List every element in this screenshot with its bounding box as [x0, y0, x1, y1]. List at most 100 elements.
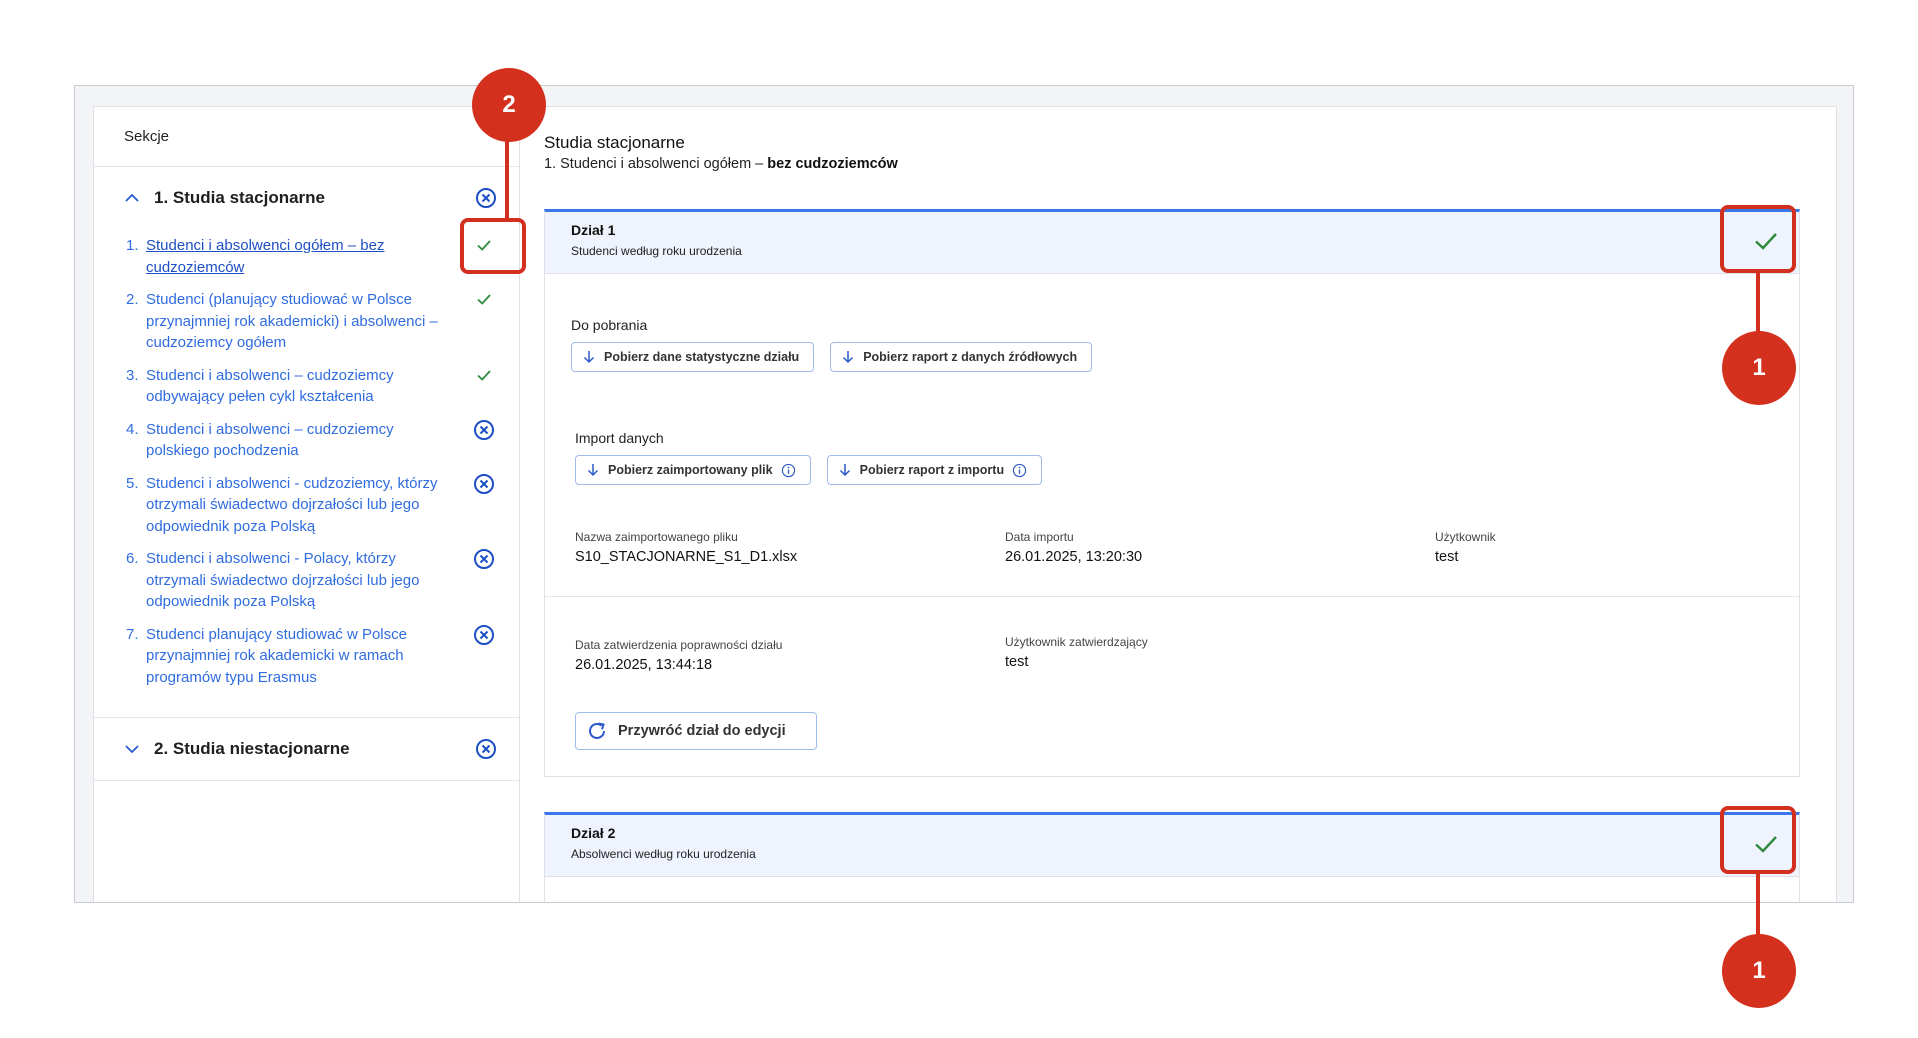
sidebar-section-stacjonarne: 1. Studia stacjonarne 1. Studenci i abso… [94, 167, 519, 718]
callout-line-2 [505, 138, 509, 220]
info-icon[interactable] [1012, 463, 1027, 478]
callout-box-2 [460, 218, 526, 274]
approver-value: test [1005, 654, 1029, 670]
downloads-buttons: Pobierz dane statystyczne działu Pobierz… [571, 342, 1093, 372]
sidebar-item-4[interactable]: 4. Studenci i absolwenci – cudzoziemcy p… [94, 419, 519, 462]
callout-line-1b [1756, 874, 1760, 936]
file-name-value: S10_STACJONARNE_S1_D1.xlsx [575, 549, 798, 565]
subtitle-bold: bez cudzoziemców [767, 156, 898, 172]
sidebar-item-5[interactable]: 5. Studenci i absolwenci - cudzoziemcy, … [94, 473, 519, 538]
dzial-1-panel: Dział 1 Studenci według roku urodzenia D… [544, 209, 1800, 777]
button-label: Pobierz dane statystyczne działu [604, 350, 800, 364]
item-number: 6. [126, 550, 139, 567]
callout-badge-1a: 1 [1722, 331, 1796, 405]
item-number: 7. [126, 625, 139, 643]
main-content: Studia stacjonarne 1. Studenci i absolwe… [520, 107, 1838, 902]
approval-date-meta: Data zatwierdzenia poprawności działu 26… [575, 638, 782, 673]
error-circle-icon [474, 549, 494, 569]
dzial-2-header: Dział 2 Absolwenci według roku urodzenia [545, 815, 1799, 877]
dzial-title: Dział 2 [571, 825, 616, 841]
error-circle-icon [474, 473, 494, 494]
item-label: Studenci i absolwenci - Polacy, którzy o… [146, 550, 420, 610]
callout-badge-2: 2 [472, 68, 546, 142]
button-label: Przywróć dział do edycji [618, 723, 786, 739]
section-item-list: 1. Studenci i absolwenci ogółem – bez cu… [94, 229, 519, 717]
button-label: Pobierz raport z importu [859, 463, 1005, 477]
download-stats-button[interactable]: Pobierz dane statystyczne działu [571, 342, 815, 372]
sidebar-item-6[interactable]: 6. Studenci i absolwenci - Polacy, którz… [94, 548, 519, 613]
section-title: 1. Studia stacjonarne [154, 188, 325, 207]
callout-badge-1b: 1 [1722, 934, 1796, 1008]
download-source-report-button[interactable]: Pobierz raport z danych źródłowych [830, 342, 1093, 372]
sidebar-section-niestacjonarne: 2. Studia niestacjonarne [94, 718, 519, 781]
dzial-subtitle: Absolwenci według roku urodzenia [571, 847, 756, 861]
dzial-title: Dział 1 [571, 222, 616, 238]
callout-box-1a [1720, 205, 1796, 273]
error-circle-icon [476, 739, 496, 759]
downloads-label: Do pobrania [571, 317, 648, 333]
import-buttons: Pobierz zaimportowany plik Pobierz rapor… [575, 455, 1043, 485]
item-label: Studenci i absolwenci – cudzoziemcy odby… [146, 366, 394, 406]
button-label: Pobierz raport z danych źródłowych [863, 350, 1078, 364]
restore-for-editing-button[interactable]: Przywróć dział do edycji [575, 712, 817, 750]
error-circle-icon [474, 624, 494, 645]
section-title: 2. Studia niestacjonarne [154, 739, 350, 758]
sidebar-item-1[interactable]: 1. Studenci i absolwenci ogółem – bez cu… [94, 235, 519, 278]
approver-label: Użytkownik zatwierdzający [1005, 635, 1148, 649]
error-circle-icon [474, 419, 494, 440]
item-label: Studenci i absolwenci - cudzoziemcy, któ… [146, 474, 438, 535]
section-toggle-stacjonarne[interactable]: 1. Studia stacjonarne [94, 167, 519, 229]
dzial-1-header: Dział 1 Studenci według roku urodzenia [545, 212, 1799, 274]
download-imported-file-button[interactable]: Pobierz zaimportowany plik [575, 455, 811, 485]
user-label: Użytkownik [1435, 530, 1496, 544]
callout-line-1a [1756, 273, 1760, 333]
item-label: Studenci i absolwenci – cudzoziemcy pols… [146, 420, 394, 460]
imported-file-meta: Nazwa zaimportowanego pliku S10_STACJONA… [575, 530, 797, 565]
import-date-value: 26.01.2025, 13:20:30 [1005, 549, 1143, 565]
refresh-icon [589, 722, 605, 739]
dzial-2-panel: Dział 2 Absolwenci według roku urodzenia [544, 812, 1800, 902]
item-number: 5. [126, 474, 139, 492]
info-icon[interactable] [781, 463, 796, 478]
sections-sidebar: Sekcje 1. Studia stacjonarne 1. Studenci… [94, 107, 520, 902]
import-date-meta: Data importu 26.01.2025, 13:20:30 [1005, 530, 1142, 565]
approver-meta: Użytkownik zatwierdzający test [1005, 635, 1148, 670]
item-number: 2. [126, 291, 139, 308]
section-toggle-niestacjonarne[interactable]: 2. Studia niestacjonarne [94, 718, 519, 780]
item-label: Studenci planujący studiować w Polsce pr… [146, 625, 407, 686]
file-name-label: Nazwa zaimportowanego pliku [575, 530, 738, 544]
error-circle-icon [476, 188, 496, 208]
chevron-up-icon [125, 193, 139, 202]
user-meta: Użytkownik test [1435, 530, 1496, 565]
callout-box-1b [1720, 806, 1796, 874]
dzial-subtitle: Studenci według roku urodzenia [571, 244, 742, 258]
arrow-down-icon [843, 351, 854, 364]
item-number: 3. [126, 366, 139, 384]
user-value: test [1435, 549, 1459, 565]
chevron-down-icon [125, 745, 139, 754]
button-label: Pobierz zaimportowany plik [608, 463, 773, 477]
sidebar-item-2[interactable]: 2. Studenci (planujący studiować w Polsc… [94, 289, 519, 354]
item-label: Studenci (planujący studiować w Polsce p… [146, 291, 438, 351]
page-subtitle: 1. Studenci i absolwenci ogółem – bez cu… [544, 156, 898, 172]
import-label: Import danych [575, 430, 664, 446]
page-title: Studia stacjonarne [544, 133, 685, 152]
check-icon [477, 294, 491, 305]
app-frame: Sekcje 1. Studia stacjonarne 1. Studenci… [74, 85, 1854, 903]
arrow-down-icon [583, 351, 595, 364]
sidebar-header: Sekcje [94, 107, 519, 167]
check-icon [477, 369, 491, 381]
approval-date-value: 26.01.2025, 13:44:18 [575, 657, 713, 673]
item-number: 1. [126, 237, 139, 254]
approval-date-label: Data zatwierdzenia poprawności działu [575, 638, 783, 652]
subtitle-prefix: 1. Studenci i absolwenci ogółem – [544, 156, 764, 172]
item-number: 4. [126, 420, 139, 438]
download-import-report-button[interactable]: Pobierz raport z importu [826, 455, 1043, 485]
item-label: Studenci i absolwenci ogółem – bez cudzo… [146, 237, 385, 276]
arrow-down-icon [587, 464, 599, 477]
app-panel: Sekcje 1. Studia stacjonarne 1. Studenci… [93, 106, 1838, 902]
sidebar-item-7[interactable]: 7. Studenci planujący studiować w Polsce… [94, 624, 519, 689]
divider [545, 596, 1799, 597]
arrow-down-icon [839, 464, 850, 477]
sidebar-item-3[interactable]: 3. Studenci i absolwenci – cudzoziemcy o… [94, 365, 519, 408]
